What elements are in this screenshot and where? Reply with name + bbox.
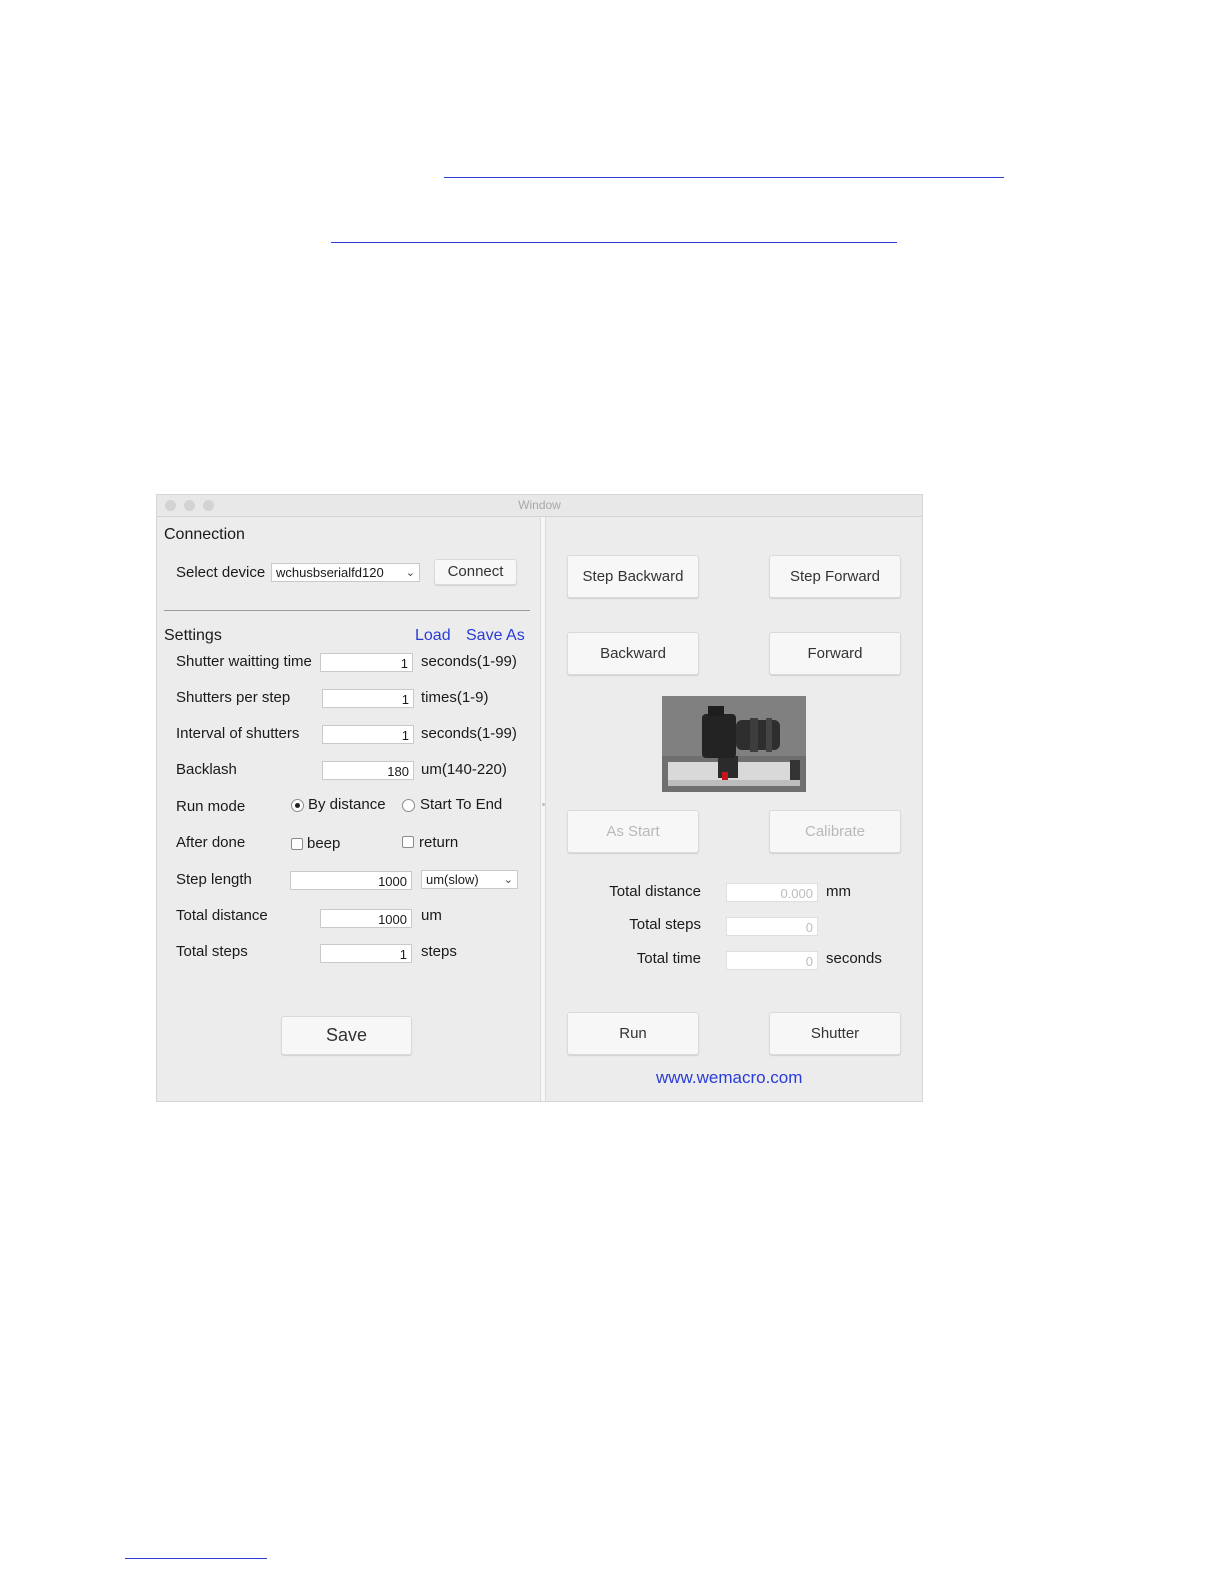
shutter-wait-input[interactable]: 1: [320, 653, 413, 672]
beep-checkbox[interactable]: [291, 838, 303, 850]
chevron-down-icon: ⌄: [405, 567, 415, 579]
backlash-label: Backlash: [176, 761, 237, 778]
chevron-down-icon: ⌄: [503, 874, 513, 886]
backward-button[interactable]: Backward: [567, 632, 699, 675]
by-distance-label[interactable]: By distance: [308, 796, 386, 813]
status-total-time-label: Total time: [636, 950, 701, 967]
step-backward-button[interactable]: Step Backward: [567, 555, 699, 598]
settings-heading: Settings: [164, 627, 222, 644]
device-select[interactable]: wchusbserialfd120 ⌄: [271, 563, 420, 582]
left-pane: Connection Select device wchusbserialfd1…: [157, 517, 540, 1101]
total-distance-label: Total distance: [176, 907, 268, 924]
status-total-distance-unit: mm: [826, 883, 851, 900]
right-pane: Step Backward Step Forward Backward Forw…: [546, 517, 922, 1101]
backlash-input[interactable]: 180: [322, 761, 414, 780]
app-window: Window Connection Select device wchusbse…: [157, 495, 922, 1101]
after-done-label: After done: [176, 834, 246, 851]
return-checkbox[interactable]: [402, 836, 414, 848]
step-length-unit-value: um(slow): [426, 872, 479, 887]
by-distance-radio[interactable]: [291, 799, 304, 812]
start-to-end-label[interactable]: Start To End: [420, 796, 502, 813]
document-link-underline-2[interactable]: [331, 242, 897, 243]
website-link[interactable]: www.wemacro.com: [656, 1068, 802, 1088]
section-divider: [164, 610, 530, 611]
shutters-per-step-input[interactable]: 1: [322, 689, 414, 708]
select-device-label: Select device: [176, 564, 266, 581]
start-to-end-radio[interactable]: [402, 799, 415, 812]
status-total-distance-label: Total distance: [609, 883, 701, 900]
run-mode-label: Run mode: [176, 798, 246, 815]
total-steps-input[interactable]: 1: [320, 944, 412, 963]
status-total-time-unit: seconds: [826, 950, 882, 967]
beep-label[interactable]: beep: [307, 835, 340, 852]
save-as-link[interactable]: Save As: [466, 627, 525, 645]
footnote-rule: [125, 1558, 267, 1559]
shutter-button[interactable]: Shutter: [769, 1012, 901, 1055]
window-title: Window: [518, 498, 561, 512]
interval-unit: seconds(1-99): [421, 725, 517, 742]
total-steps-unit: steps: [421, 943, 457, 960]
shutter-wait-unit: seconds(1-99): [421, 653, 517, 670]
shutters-per-step-label: Shutters per step: [176, 689, 291, 706]
calibrate-button[interactable]: Calibrate: [769, 810, 901, 853]
save-button[interactable]: Save: [281, 1016, 412, 1055]
interval-label: Interval of shutters: [176, 725, 300, 742]
shutter-wait-label: Shutter waitting time: [176, 653, 312, 670]
status-total-distance-field: 0.000: [726, 883, 818, 902]
step-length-unit-select[interactable]: um(slow) ⌄: [421, 870, 518, 889]
splitter-grip-icon[interactable]: [542, 803, 545, 806]
radio-selected-dot: [295, 803, 300, 808]
camera-rail-image: [662, 696, 806, 792]
title-bar: Window: [157, 495, 922, 517]
connect-button[interactable]: Connect: [434, 559, 517, 585]
status-total-steps-field: 0: [726, 917, 818, 936]
total-steps-label: Total steps: [176, 943, 248, 960]
step-forward-button[interactable]: Step Forward: [769, 555, 901, 598]
connection-heading: Connection: [164, 526, 245, 543]
camera-on-rail-illustration: [662, 696, 806, 792]
backlash-unit: um(140-220): [421, 761, 507, 778]
device-select-value: wchusbserialfd120: [276, 565, 384, 580]
run-button[interactable]: Run: [567, 1012, 699, 1055]
return-label[interactable]: return: [419, 834, 458, 851]
status-total-steps-label: Total steps: [629, 916, 701, 933]
interval-input[interactable]: 1: [322, 725, 414, 744]
forward-button[interactable]: Forward: [769, 632, 901, 675]
as-start-button[interactable]: As Start: [567, 810, 699, 853]
document-link-underline-1[interactable]: [444, 177, 1004, 178]
step-length-input[interactable]: 1000: [290, 871, 412, 890]
status-total-time-field: 0: [726, 951, 818, 970]
step-length-label: Step length: [176, 871, 252, 888]
total-distance-unit: um: [421, 907, 442, 924]
shutters-per-step-unit: times(1-9): [421, 689, 489, 706]
load-link[interactable]: Load: [415, 627, 451, 645]
total-distance-input[interactable]: 1000: [320, 909, 412, 928]
